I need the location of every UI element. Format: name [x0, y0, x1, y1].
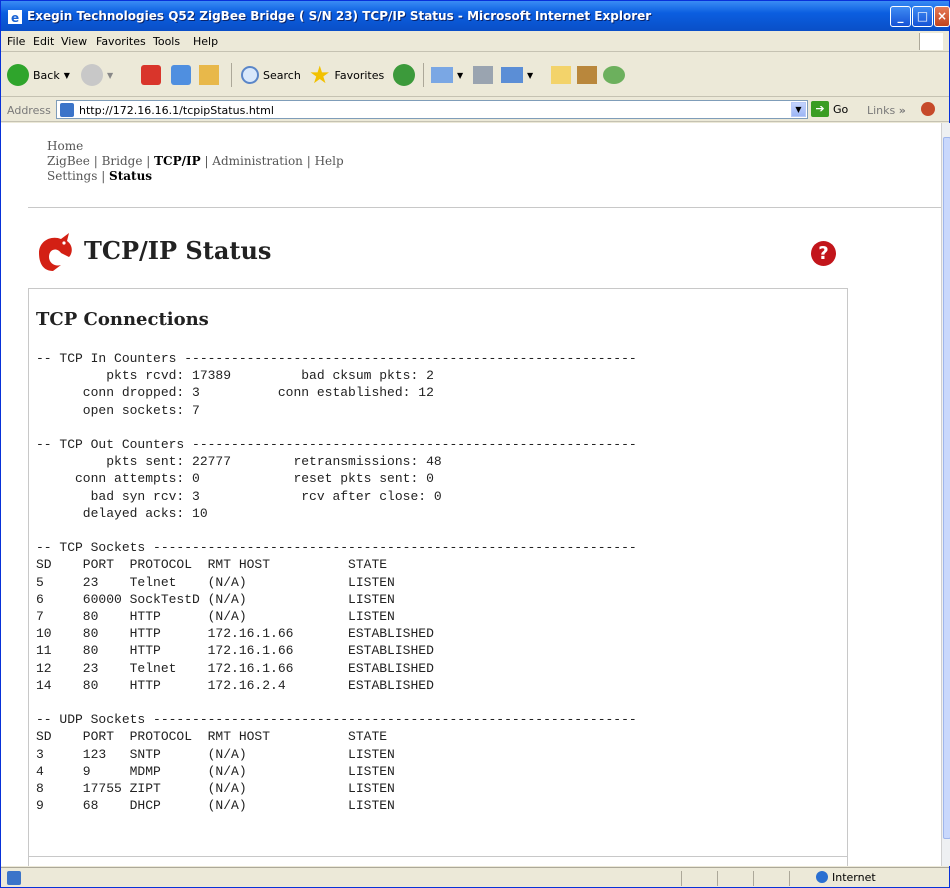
mail-icon: [431, 67, 453, 83]
status-page-icon: [7, 871, 21, 885]
forward-button[interactable]: ▼: [81, 62, 113, 88]
dragon-logo-icon: [39, 233, 72, 271]
nav-administration[interactable]: Administration: [212, 154, 303, 168]
nav-help[interactable]: Help: [315, 154, 344, 168]
top-nav: Home ZigBee | Bridge | TCP/IP | Administ…: [47, 139, 344, 183]
address-dropdown-icon[interactable]: ▼: [791, 102, 806, 117]
tcp-connections-panel: TCP Connections -- TCP In Counters -----…: [28, 288, 848, 866]
menu-help[interactable]: Help: [193, 35, 218, 48]
edit-button[interactable]: ▼: [501, 62, 533, 88]
vertical-scrollbar[interactable]: [941, 123, 950, 866]
stop-button[interactable]: [141, 62, 161, 88]
print-icon: [473, 66, 493, 84]
star-icon: ★: [309, 61, 331, 89]
maximize-button[interactable]: □: [912, 6, 933, 27]
menu-tools[interactable]: Tools: [153, 35, 180, 48]
menu-favorites[interactable]: Favorites: [96, 35, 146, 48]
scrollbar-thumb[interactable]: [943, 137, 950, 839]
history-icon: [393, 64, 415, 86]
history-button[interactable]: [393, 62, 415, 88]
search-label: Search: [263, 68, 301, 82]
home-icon: [199, 65, 219, 85]
zone-label: Internet: [832, 871, 876, 884]
browser-window: e Exegin Technologies Q52 ZigBee Bridge …: [0, 0, 950, 888]
print-button[interactable]: [473, 62, 493, 88]
go-arrow-icon: ➔: [811, 101, 829, 117]
ie-icon: e: [8, 10, 22, 25]
page-viewport: Home ZigBee | Bridge | TCP/IP | Administ…: [1, 123, 941, 866]
forward-arrow-icon: [81, 64, 103, 86]
address-label: Address: [7, 104, 51, 117]
menu-file[interactable]: File: [7, 35, 25, 48]
links-label: Links: [867, 104, 896, 117]
nav-zigbee[interactable]: ZigBee: [47, 154, 90, 168]
toolbar: Back ▼ ▼ Search ★ Favorites ▼ ▼: [1, 53, 949, 97]
research-button[interactable]: [577, 62, 597, 88]
windows-flag-icon: [919, 33, 943, 50]
address-bar: Address http://172.16.16.1/tcpipStatus.h…: [1, 98, 949, 122]
discuss-icon: [551, 66, 571, 84]
nav-tcpip[interactable]: TCP/IP: [154, 154, 201, 168]
help-icon[interactable]: ?: [811, 241, 836, 266]
page-title: TCP/IP Status: [84, 236, 272, 265]
globe-icon: [816, 871, 828, 883]
status-bar: Internet: [1, 867, 949, 888]
menu-view[interactable]: View: [61, 35, 87, 48]
divider: [28, 207, 941, 208]
go-button[interactable]: ➔ Go: [811, 101, 848, 117]
close-button[interactable]: ×: [934, 6, 950, 27]
address-input[interactable]: http://172.16.16.1/tcpipStatus.html ▼: [56, 100, 808, 119]
title-bar[interactable]: e Exegin Technologies Q52 ZigBee Bridge …: [1, 1, 950, 31]
menu-edit[interactable]: Edit: [33, 35, 54, 48]
favorites-button[interactable]: ★ Favorites: [309, 62, 384, 88]
go-label: Go: [833, 102, 849, 116]
search-icon: [241, 66, 259, 84]
nav-status[interactable]: Status: [109, 169, 152, 183]
research-icon: [577, 66, 597, 84]
home-button[interactable]: [199, 62, 219, 88]
nav-bridge[interactable]: Bridge: [102, 154, 143, 168]
search-button[interactable]: Search: [241, 62, 301, 88]
links-toolbar-icon[interactable]: [921, 102, 935, 116]
address-url: http://172.16.16.1/tcpipStatus.html: [79, 104, 274, 117]
window-title: Exegin Technologies Q52 ZigBee Bridge ( …: [27, 9, 652, 23]
nav-settings[interactable]: Settings: [47, 169, 97, 183]
mail-button[interactable]: ▼: [431, 62, 463, 88]
refresh-button[interactable]: [171, 62, 191, 88]
panel-bottom-edge: [28, 856, 848, 866]
page-icon: [60, 103, 74, 117]
favorites-label: Favorites: [334, 68, 385, 82]
stop-icon: [141, 65, 161, 85]
back-label: Back: [33, 68, 60, 82]
svg-text:e: e: [11, 11, 19, 25]
messenger-button[interactable]: [603, 62, 625, 88]
menu-bar: File Edit View Favorites Tools Help: [1, 31, 949, 52]
links-button[interactable]: Links »: [867, 104, 906, 117]
discuss-button[interactable]: [551, 62, 571, 88]
back-arrow-icon: [7, 64, 29, 86]
messenger-icon: [603, 66, 625, 84]
tcp-stats-text: -- TCP In Counters ---------------------…: [36, 351, 637, 814]
minimize-button[interactable]: _: [890, 6, 911, 27]
refresh-icon: [171, 65, 191, 85]
nav-home[interactable]: Home: [47, 139, 83, 153]
edit-icon: [501, 67, 523, 83]
section-title: TCP Connections: [36, 309, 209, 330]
back-button[interactable]: Back ▼: [7, 62, 70, 88]
